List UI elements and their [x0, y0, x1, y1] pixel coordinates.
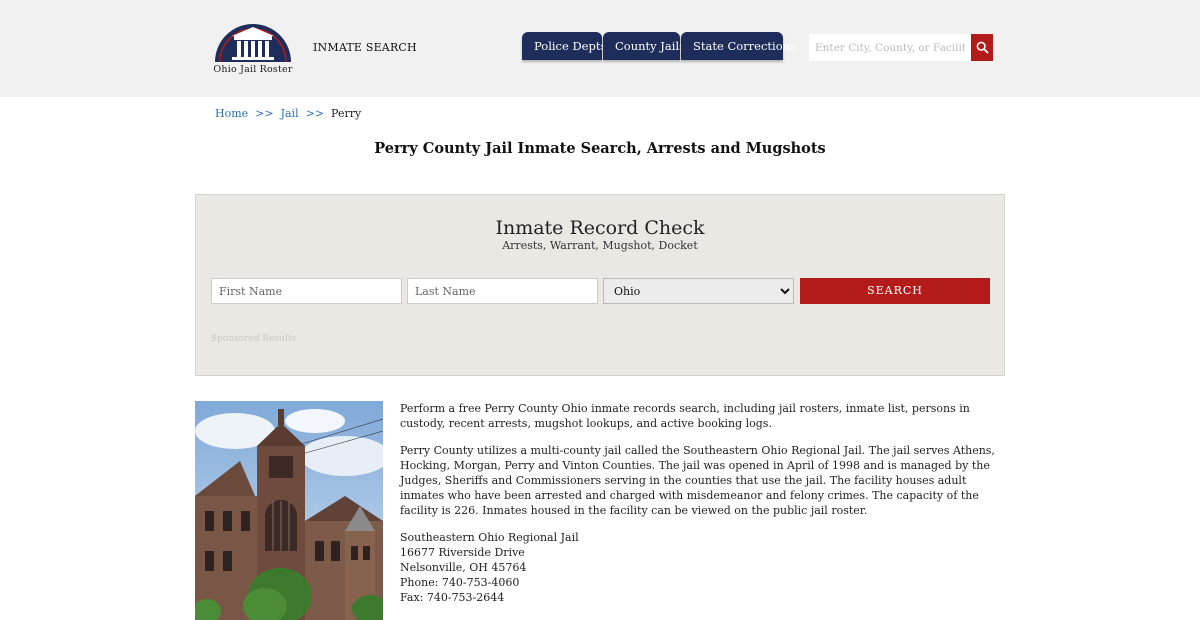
record-search-button[interactable]: SEARCH	[800, 278, 990, 304]
courthouse-dome-icon	[215, 24, 291, 63]
breadcrumb-jail[interactable]: Jail	[281, 107, 299, 120]
last-name-input[interactable]	[407, 278, 598, 304]
jail-details-paragraph: Perry County utilizes a multi-county jai…	[400, 444, 995, 517]
jail-address: Southeastern Ohio Regional Jail 16677 Ri…	[400, 530, 1005, 605]
intro-paragraph: Perform a free Perry County Ohio inmate …	[400, 402, 970, 430]
site-header: Ohio Jail Roster INMATE SEARCH Police De…	[0, 0, 1200, 97]
site-logo[interactable]: Ohio Jail Roster	[208, 18, 298, 78]
panel-title: Inmate Record Check	[495, 217, 705, 239]
nav-tab-county-jails[interactable]: County Jails	[603, 32, 685, 60]
sponsored-results-label: Sponsored Results	[211, 334, 297, 344]
fax-number: Fax: 740-753-2644	[400, 591, 505, 604]
inmate-search-link[interactable]: INMATE SEARCH	[313, 41, 417, 54]
breadcrumb: Home >> Jail >> Perry	[215, 107, 361, 120]
facility-search-button[interactable]	[971, 34, 993, 61]
breadcrumb-separator: >>	[305, 107, 325, 120]
phone-number: Phone: 740-753-4060	[400, 576, 520, 589]
courthouse-photo	[195, 401, 383, 620]
street-address: 16677 Riverside Drive	[400, 546, 525, 559]
main-nav: Police Depts County Jails State Correcti…	[522, 32, 796, 60]
logo-text: Ohio Jail Roster	[213, 64, 293, 75]
facility-name: Southeastern Ohio Regional Jail	[400, 531, 579, 544]
panel-subtitle: Arrests, Warrant, Mugshot, Docket	[502, 239, 698, 252]
nav-tab-police-depts[interactable]: Police Depts	[522, 32, 606, 60]
nav-tab-state-corrections[interactable]: State Corrections	[681, 32, 796, 60]
city-state-zip: Nelsonville, OH 45764	[400, 561, 527, 574]
breadcrumb-home[interactable]: Home	[215, 107, 248, 120]
inmate-record-check-panel: Inmate Record Check Arrests, Warrant, Mu…	[195, 194, 1005, 376]
page-title: Perry County Jail Inmate Search, Arrests…	[374, 140, 826, 157]
breadcrumb-separator: >>	[255, 107, 274, 120]
breadcrumb-current: Perry	[331, 107, 362, 120]
jail-description: Perform a free Perry County Ohio inmate …	[400, 401, 1005, 605]
facility-search-input[interactable]	[809, 34, 971, 61]
magnifier-icon	[976, 41, 989, 54]
first-name-input[interactable]	[211, 278, 402, 304]
state-select[interactable]: Ohio	[603, 278, 794, 304]
